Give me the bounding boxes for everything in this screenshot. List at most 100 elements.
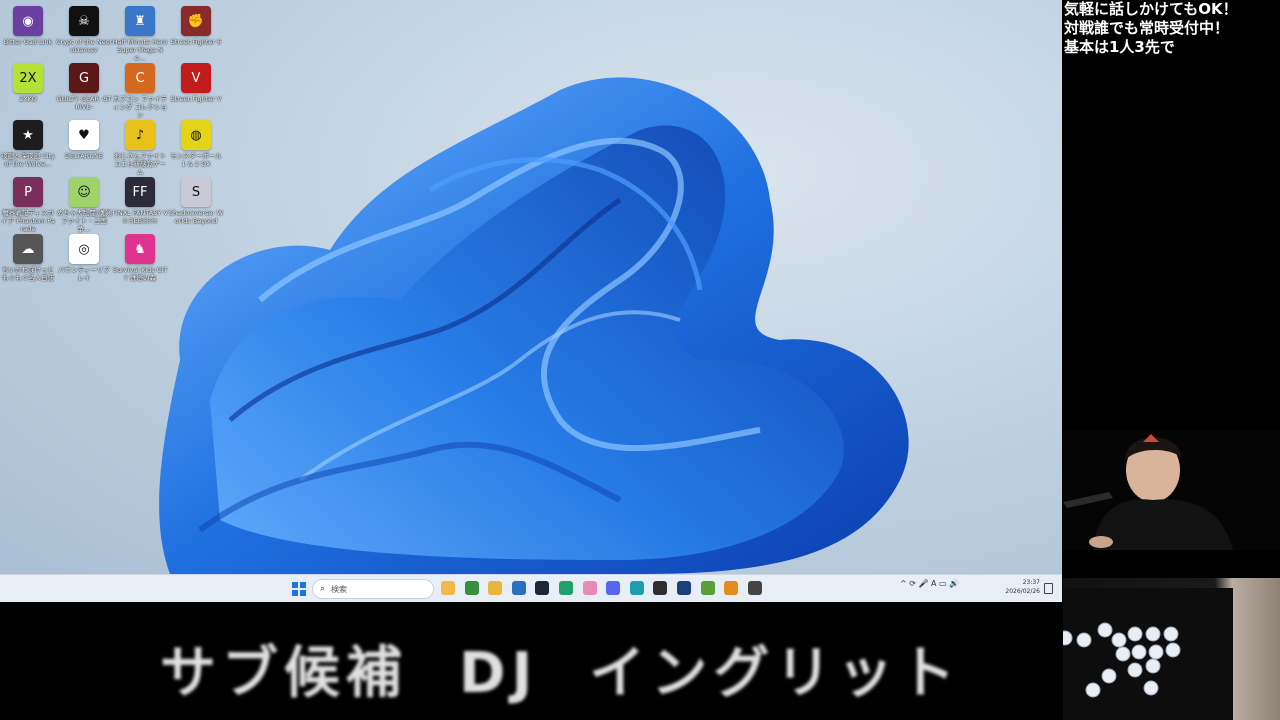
desktop-icon-label: モンスターボール 1 & 2 DX xyxy=(170,152,222,168)
arcade-button xyxy=(1131,644,1147,660)
app-icon: ☁ xyxy=(13,234,43,264)
steam-icon[interactable] xyxy=(535,581,550,595)
taskbar: ⌕ 検索 ^ ⟳ 🎤 A ▭ 🔊 23:37 2026/02/26 xyxy=(0,574,1062,602)
desktop-icon[interactable]: ☠ Crypt of the NecroDancer xyxy=(56,6,112,54)
arcade-button xyxy=(1145,626,1161,642)
desktop-icon[interactable]: FF FINAL FANTASY VII REBIRTH xyxy=(112,177,168,225)
caption-text: サブ候補 DJ イングリット xyxy=(160,641,962,706)
stream-notice: 気軽に話しかけてもOK！ 対戦誰でも常時受付中！ 基本は1人3先で xyxy=(1064,0,1280,57)
clock-time: 23:37 xyxy=(1022,579,1040,586)
arcade-button xyxy=(1076,632,1092,648)
arcade-button xyxy=(1097,622,1113,638)
desktop-icon[interactable]: ♥ DELTARUNE xyxy=(56,120,112,160)
app-icon: P xyxy=(13,177,43,207)
app-icon: ♞ xyxy=(125,234,155,264)
app-icon: 2X xyxy=(13,63,43,93)
chrome-icon[interactable] xyxy=(464,581,479,595)
app-icon: ✊ xyxy=(181,6,211,36)
search-placeholder: 検索 xyxy=(331,584,348,594)
app-icon: ♥ xyxy=(69,120,99,150)
monitor-icon[interactable] xyxy=(677,581,691,595)
notice-line: 基本は1人3先で xyxy=(1064,38,1175,56)
desktop-icon-label: Bitter Gad Link xyxy=(3,38,53,46)
app-icon: ★ xyxy=(13,120,43,150)
notice-line: 対戦誰でも常時受付中！ xyxy=(1064,19,1230,37)
desktop-icon[interactable]: ♪ おじさんファイト コエヒ新感覚ゲーム xyxy=(112,120,168,176)
app-green-icon[interactable] xyxy=(559,581,573,595)
desktop-icon-label: Street Fighter 6 xyxy=(170,38,222,46)
desktop-icon-label: Street Fighter V xyxy=(170,95,222,103)
desktop-icon-label: バウンティーリブレイ xyxy=(58,266,110,282)
windows-start-icon[interactable] xyxy=(292,581,306,596)
system-tray[interactable]: ^ ⟳ 🎤 A ▭ 🔊 xyxy=(900,579,959,588)
app-icon: ♪ xyxy=(125,120,155,150)
desktop-icon-label: Half Minute Hero Super Mega Ne… xyxy=(112,38,168,62)
desktop-icon-label: 2XKO xyxy=(19,95,37,103)
app-pink-icon[interactable] xyxy=(582,581,597,595)
app-icon: V xyxy=(181,63,211,93)
arcade-button xyxy=(1101,668,1117,684)
app-icon: ◍ xyxy=(181,120,211,150)
desktop-icon-label: Survival Kids CITY 鉄塔の森 xyxy=(112,266,168,282)
arcade-button xyxy=(1163,626,1179,642)
app-icon: ☺ xyxy=(69,177,99,207)
notification-icon[interactable] xyxy=(1044,583,1053,594)
desktop-icon[interactable]: ☺ めちゃ大乱闘!漢気ファイト・三国争… xyxy=(56,177,112,233)
arcade-button xyxy=(1115,646,1131,662)
desktop-icon-label: 魔界戦記ディスガイア Phantom Parade xyxy=(1,209,55,233)
desktop-icon[interactable]: ♜ Half Minute Hero Super Mega Ne… xyxy=(112,6,168,62)
arcade-button xyxy=(1143,680,1159,696)
desktop-icon[interactable]: ◉ Bitter Gad Link xyxy=(0,6,56,46)
arcade-button xyxy=(1063,630,1073,646)
arcade-button xyxy=(1127,626,1143,642)
desktop-icon[interactable]: S Shadowverse: Worlds Beyond xyxy=(168,177,224,225)
arcade-button xyxy=(1111,632,1127,648)
app-icon: ◎ xyxy=(69,234,99,264)
desktop-icon[interactable]: ♞ Survival Kids CITY 鉄塔の森 xyxy=(112,234,168,282)
app-icon: ♜ xyxy=(125,6,155,36)
desktop-icon[interactable]: G GUILTY GEAR -STRIVE- xyxy=(56,63,112,111)
desktop-icon-label: GUILTY GEAR -STRIVE- xyxy=(56,95,112,111)
desktop-icon[interactable]: ◍ モンスターボール 1 & 2 DX xyxy=(168,120,224,168)
folder-icon[interactable] xyxy=(488,581,503,595)
minecraft-icon[interactable] xyxy=(700,581,715,595)
app-icon: S xyxy=(181,177,211,207)
desktop-icon-label: FINAL FANTASY VII REBIRTH xyxy=(112,209,168,225)
desktop-icon[interactable]: 2X 2XKO xyxy=(0,63,56,103)
app-icon: ☠ xyxy=(69,6,99,36)
search-box[interactable]: ⌕ 検索 xyxy=(312,579,434,599)
arcade-controller-cam xyxy=(1063,578,1280,720)
desktop-icon[interactable]: ☁ ちいかわぽけっと もぐもぐ名人日誌 xyxy=(0,234,56,282)
clock-date: 2026/02/26 xyxy=(1005,588,1040,595)
desktop-icon-label: めちゃ大乱闘!漢気ファイト・三国争… xyxy=(56,209,112,233)
discord-icon[interactable] xyxy=(606,581,621,595)
app-icon: ◉ xyxy=(13,6,43,36)
capture-icon[interactable] xyxy=(747,581,762,595)
arcade-button xyxy=(1165,642,1181,658)
desktop-icon[interactable]: ★ 夜廻と深夜廻 City of the Wolve… xyxy=(0,120,56,168)
desktop-icon-label: Crypt of the NecroDancer xyxy=(56,38,112,54)
clock[interactable]: 23:37 2026/02/26 xyxy=(1004,578,1040,596)
desktop-icon[interactable]: ◎ バウンティーリブレイ xyxy=(56,234,112,282)
arcade-button xyxy=(1085,682,1101,698)
desktop-icon[interactable]: P 魔界戦記ディスガイア Phantom Parade xyxy=(0,177,56,233)
desktop-icon-label: 夜廻と深夜廻 City of the Wolve… xyxy=(1,152,55,168)
app-icon: C xyxy=(125,63,155,93)
store-icon[interactable] xyxy=(511,581,526,595)
arcade-button xyxy=(1127,662,1143,678)
app-icon: G xyxy=(69,63,99,93)
desktop[interactable]: ◉ Bitter Gad Link ☠ Crypt of the NecroDance… xyxy=(0,0,1062,574)
app-orange-icon[interactable] xyxy=(724,581,739,595)
desktop-icon-label: Shadowverse: Worlds Beyond xyxy=(168,209,224,225)
desktop-icon[interactable]: ✊ Street Fighter 6 xyxy=(168,6,224,46)
obs-icon[interactable] xyxy=(653,581,668,595)
desktop-icon-label: おじさんファイト コエヒ新感覚ゲーム xyxy=(114,152,166,176)
search-icon: ⌕ xyxy=(320,584,326,594)
file-explorer-icon[interactable] xyxy=(441,581,455,595)
app-teal-icon[interactable] xyxy=(629,581,644,595)
desktop-icon[interactable]: C カプコン ファイティング コレクション xyxy=(112,63,168,119)
desktop-icon[interactable]: V Street Fighter V xyxy=(168,63,224,103)
arcade-button xyxy=(1148,644,1164,660)
desktop-icon-label: カプコン ファイティング コレクション xyxy=(112,95,168,119)
arcade-button xyxy=(1145,658,1161,674)
